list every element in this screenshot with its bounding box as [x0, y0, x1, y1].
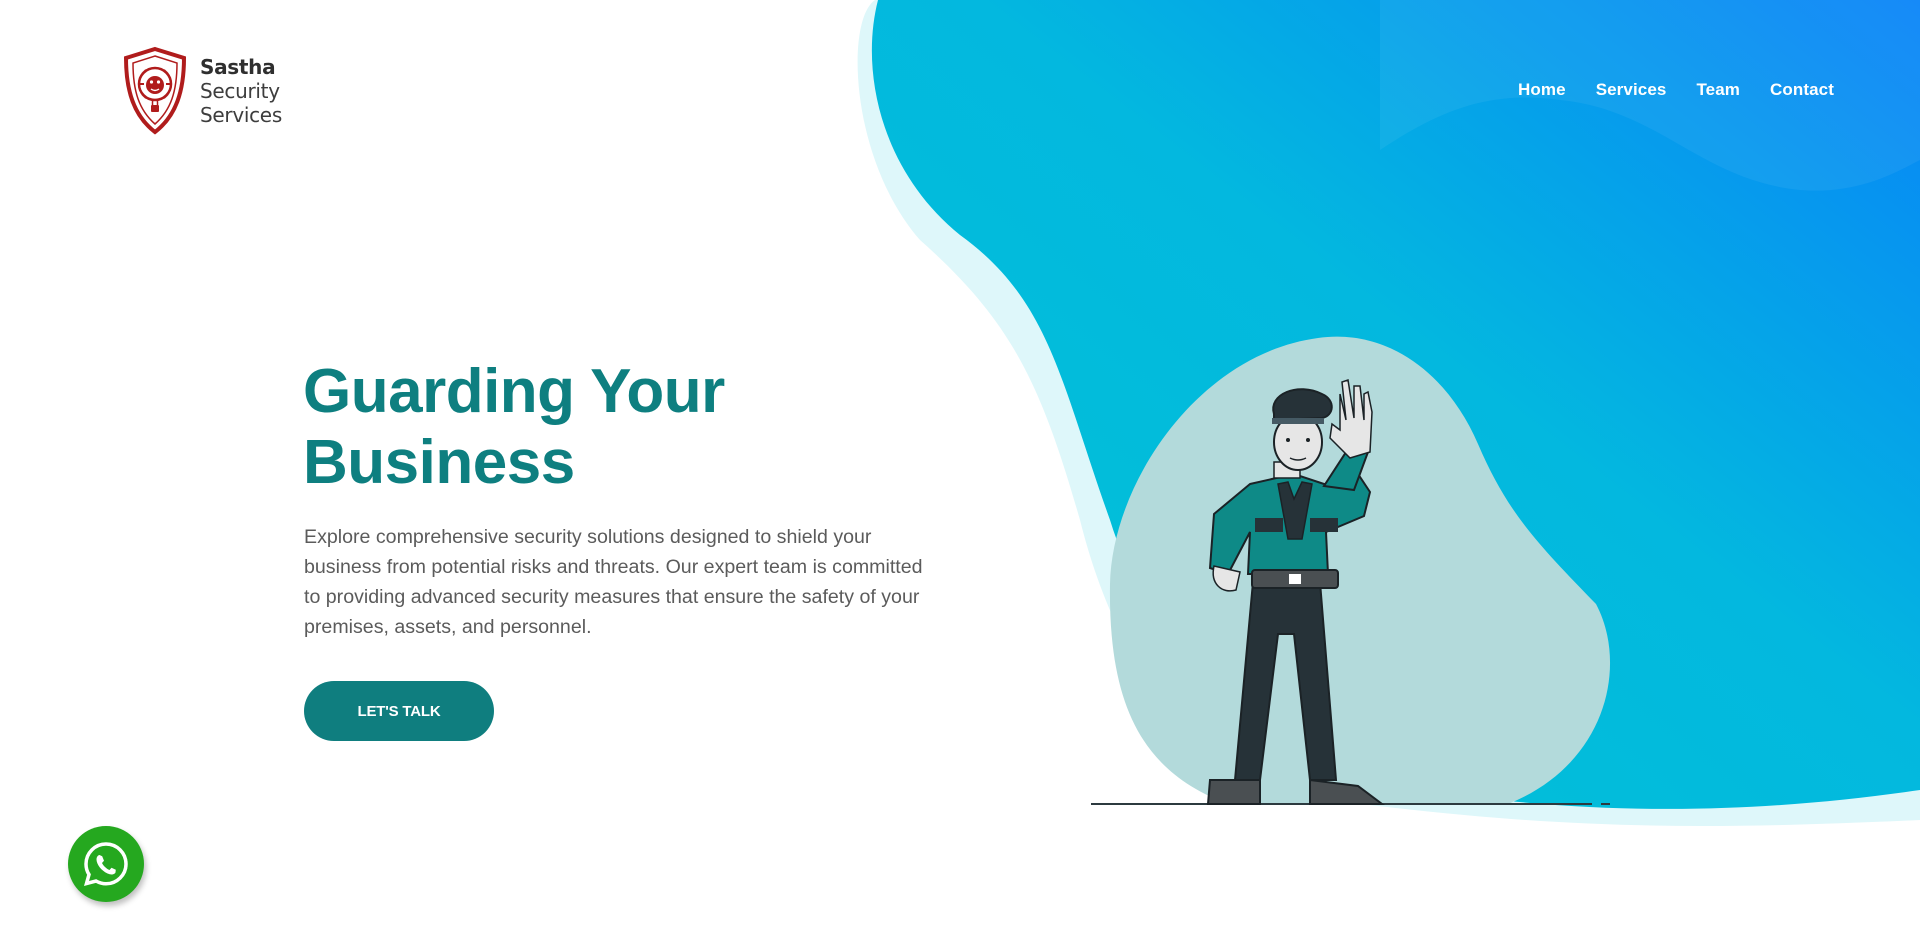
- brand-logo[interactable]: Sastha Security Services: [118, 46, 282, 136]
- whatsapp-icon: [83, 842, 128, 886]
- lion-shield-icon: [123, 46, 187, 135]
- brand-name-line3: Services: [200, 103, 282, 127]
- hero-description: Explore comprehensive security solutions…: [304, 526, 923, 638]
- hero-title-line1: Guarding Your: [303, 357, 725, 426]
- hero-title: Guarding Your Business: [303, 356, 863, 498]
- hero-title-line2: Business: [303, 428, 575, 497]
- brand-name: Sastha Security Services: [200, 55, 282, 127]
- hero-background-blob: [857, 0, 1920, 826]
- security-guard-illustration: [1091, 336, 1611, 805]
- nav-contact[interactable]: Contact: [1770, 80, 1834, 100]
- nav-team[interactable]: Team: [1696, 80, 1740, 100]
- nav-home[interactable]: Home: [1518, 80, 1566, 100]
- whatsapp-button[interactable]: [68, 826, 144, 902]
- main-nav: Home Services Team Contact: [1518, 80, 1834, 100]
- brand-name-line1: Sastha: [200, 55, 276, 79]
- lets-talk-button[interactable]: LET'S TALK: [304, 681, 494, 741]
- brand-name-line2: Security: [200, 79, 280, 103]
- nav-services[interactable]: Services: [1596, 80, 1667, 100]
